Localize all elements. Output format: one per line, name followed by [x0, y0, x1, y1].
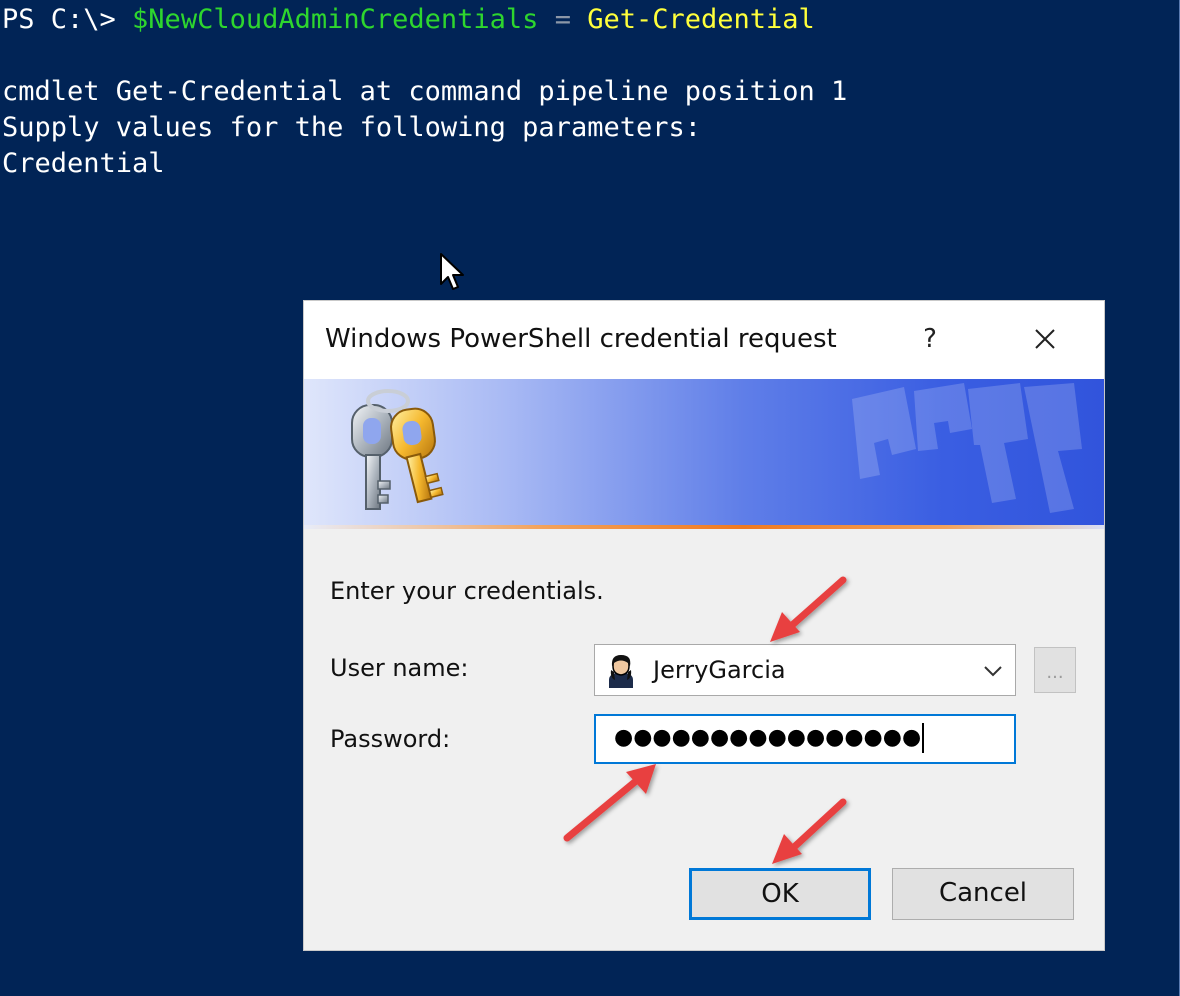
- variable-token: $NewCloudAdminCredentials: [132, 4, 539, 35]
- username-label: User name:: [330, 654, 469, 682]
- password-label: Password:: [330, 725, 451, 753]
- cmdlet-token: Get-Credential: [587, 4, 815, 35]
- chevron-down-icon[interactable]: [981, 659, 1005, 683]
- prompt-text: PS C:\>: [2, 4, 133, 35]
- cancel-button[interactable]: Cancel: [892, 868, 1074, 920]
- output-line-2: Supply values for the following paramete…: [2, 112, 701, 143]
- close-icon: [1035, 329, 1055, 349]
- username-combobox[interactable]: JerryGarcia: [594, 644, 1016, 696]
- help-button[interactable]: ?: [900, 319, 960, 359]
- dialog-titlebar[interactable]: Windows PowerShell credential request ?: [304, 301, 1104, 379]
- keys-icon: [351, 389, 444, 510]
- dialog-title: Windows PowerShell credential request: [325, 324, 837, 354]
- username-value: JerryGarcia: [653, 656, 786, 684]
- operator-token: =: [538, 4, 588, 35]
- password-mask: ●●●●●●●●●●●●●●●●: [614, 723, 925, 753]
- banner-stripe: [304, 525, 1104, 529]
- password-value: ●●●●●●●●●●●●●●●●: [614, 725, 922, 750]
- output-line-3: Credential: [2, 148, 165, 179]
- output-line-1: cmdlet Get-Credential at command pipelin…: [2, 76, 848, 107]
- credential-dialog: Windows PowerShell credential request ?: [304, 301, 1104, 950]
- close-button[interactable]: [1015, 319, 1075, 359]
- text-caret: [922, 723, 925, 753]
- ok-button[interactable]: OK: [689, 868, 871, 920]
- instruction-text: Enter your credentials.: [330, 577, 604, 605]
- dialog-banner: [304, 379, 1104, 529]
- browse-button[interactable]: ...: [1034, 647, 1076, 693]
- user-avatar-icon: [609, 655, 633, 688]
- command-line: PS C:\> $NewCloudAdminCredentials = Get-…: [2, 2, 815, 38]
- password-field[interactable]: ●●●●●●●●●●●●●●●●: [594, 714, 1016, 764]
- mouse-pointer-icon: [440, 253, 464, 290]
